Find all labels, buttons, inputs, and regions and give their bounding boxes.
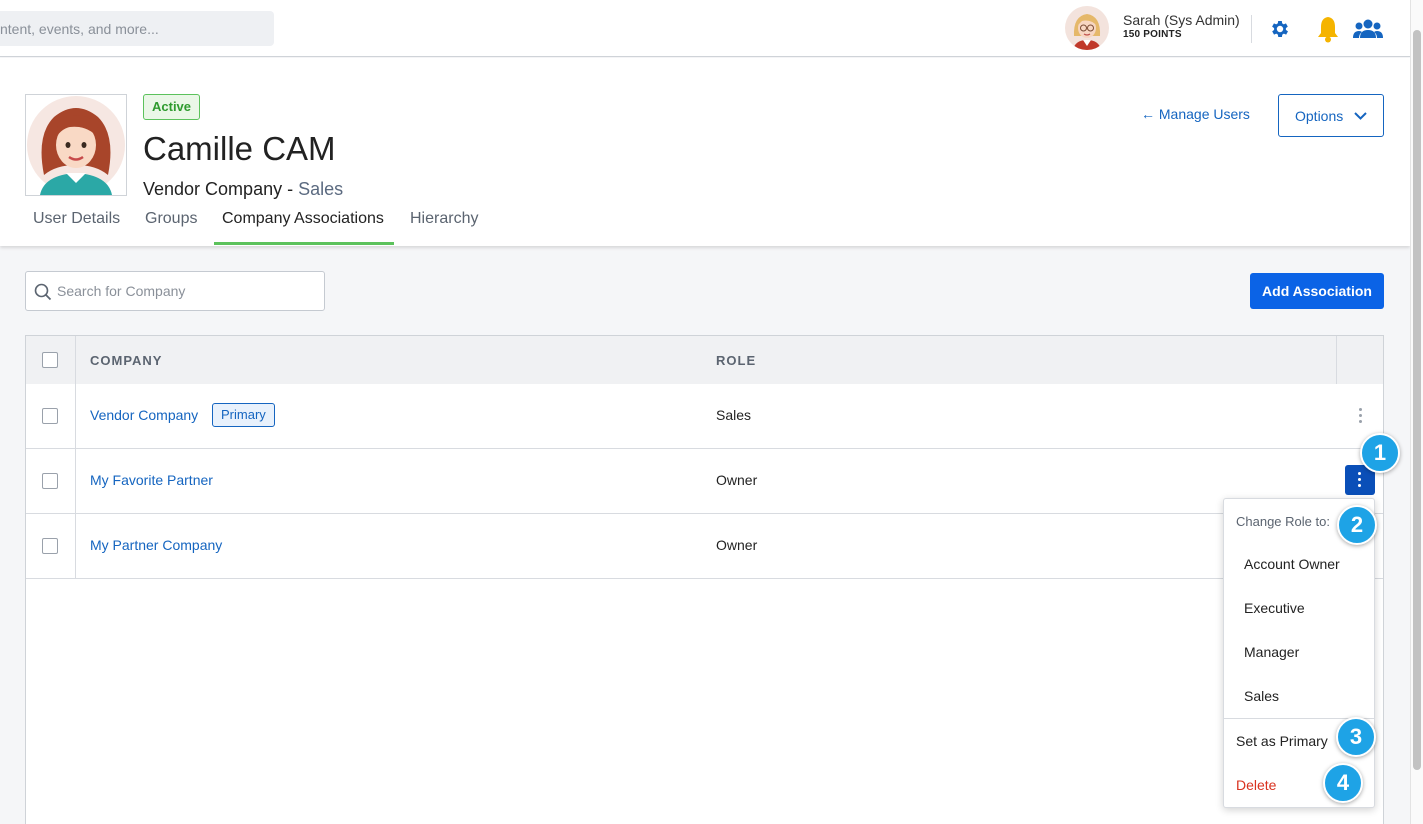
table-row: My Partner Company Owner bbox=[26, 514, 1383, 579]
primary-badge: Primary bbox=[212, 403, 275, 427]
search-icon bbox=[34, 283, 52, 301]
profile-company: Vendor Company bbox=[143, 179, 283, 199]
company-search-input[interactable] bbox=[57, 281, 317, 301]
profile-header: Active Camille CAM Vendor Company - Sale… bbox=[0, 58, 1410, 246]
menu-item-set-primary[interactable]: Set as Primary bbox=[1236, 733, 1328, 749]
row-checkbox[interactable] bbox=[42, 408, 58, 424]
role-cell: Owner bbox=[716, 472, 758, 488]
profile-subtitle: Vendor Company - Sales bbox=[143, 179, 343, 200]
select-all-checkbox[interactable] bbox=[42, 352, 58, 368]
page-title: Camille CAM bbox=[143, 130, 336, 167]
global-search-input[interactable]: ntent, events, and more... bbox=[0, 11, 274, 46]
bell-icon[interactable] bbox=[1315, 15, 1341, 48]
company-search-field[interactable] bbox=[25, 271, 325, 311]
table-row: My Favorite Partner Owner bbox=[26, 449, 1383, 514]
profile-department: Sales bbox=[298, 179, 344, 199]
options-label: Options bbox=[1295, 107, 1344, 124]
top-bar: ntent, events, and more... Sarah (Sys Ad… bbox=[0, 0, 1423, 57]
table-header: COMPANY ROLE bbox=[26, 336, 1383, 384]
callout-3: 3 bbox=[1336, 717, 1376, 757]
menu-item-manager[interactable]: Manager bbox=[1244, 644, 1299, 660]
role-cell: Sales bbox=[716, 407, 752, 423]
add-association-button[interactable]: Add Association bbox=[1250, 273, 1384, 309]
status-badge: Active bbox=[143, 94, 201, 120]
current-user-avatar[interactable] bbox=[1065, 6, 1109, 50]
checkbox-column-divider bbox=[75, 336, 76, 579]
scrollbar-thumb[interactable] bbox=[1413, 30, 1421, 770]
current-user-points: 150 POINTS bbox=[1123, 29, 1182, 40]
page-scrollbar[interactable] bbox=[1410, 0, 1423, 824]
row-checkbox[interactable] bbox=[42, 538, 58, 554]
menu-item-sales[interactable]: Sales bbox=[1244, 688, 1279, 704]
tab-company-associations[interactable]: Company Associations bbox=[222, 210, 384, 228]
row-actions-button[interactable] bbox=[1346, 401, 1376, 431]
row-checkbox[interactable] bbox=[42, 473, 58, 489]
users-icon[interactable] bbox=[1353, 18, 1383, 45]
options-button[interactable]: Options bbox=[1278, 94, 1384, 137]
associations-table: COMPANY ROLE Vendor Company Primary Sale… bbox=[25, 335, 1384, 824]
tab-groups[interactable]: Groups bbox=[145, 210, 197, 228]
column-header-company: COMPANY bbox=[90, 353, 163, 368]
manage-users-label: Manage Users bbox=[1158, 106, 1250, 122]
global-search-placeholder: ntent, events, and more... bbox=[0, 21, 159, 37]
topbar-divider bbox=[1251, 15, 1252, 43]
manage-users-link[interactable]: ← Manage Users bbox=[1141, 106, 1250, 122]
tab-hierarchy[interactable]: Hierarchy bbox=[410, 210, 478, 228]
actions-column-divider bbox=[1336, 336, 1337, 384]
company-link[interactable]: Vendor Company bbox=[90, 407, 198, 423]
menu-item-executive[interactable]: Executive bbox=[1244, 600, 1305, 616]
role-cell: Owner bbox=[716, 537, 758, 553]
current-user-name: Sarah (Sys Admin) bbox=[1123, 12, 1240, 28]
chevron-down-icon bbox=[1354, 112, 1367, 120]
company-link[interactable]: My Favorite Partner bbox=[90, 472, 213, 488]
menu-item-delete[interactable]: Delete bbox=[1236, 777, 1276, 793]
table-row: Vendor Company Primary Sales bbox=[26, 384, 1383, 449]
callout-2: 2 bbox=[1337, 505, 1377, 545]
arrow-left-icon: ← bbox=[1141, 106, 1155, 122]
menu-header: Change Role to: bbox=[1236, 514, 1330, 529]
tab-user-details[interactable]: User Details bbox=[33, 210, 120, 228]
kebab-icon bbox=[1359, 408, 1363, 424]
kebab-icon bbox=[1358, 472, 1362, 488]
menu-item-account-owner[interactable]: Account Owner bbox=[1244, 556, 1340, 572]
column-header-role: ROLE bbox=[716, 353, 757, 368]
profile-avatar bbox=[25, 94, 127, 196]
callout-1: 1 bbox=[1360, 433, 1400, 473]
gear-icon[interactable] bbox=[1269, 18, 1291, 45]
active-tab-indicator bbox=[214, 242, 394, 245]
callout-4: 4 bbox=[1323, 763, 1363, 803]
subtitle-separator: - bbox=[282, 179, 299, 199]
company-link[interactable]: My Partner Company bbox=[90, 537, 222, 553]
